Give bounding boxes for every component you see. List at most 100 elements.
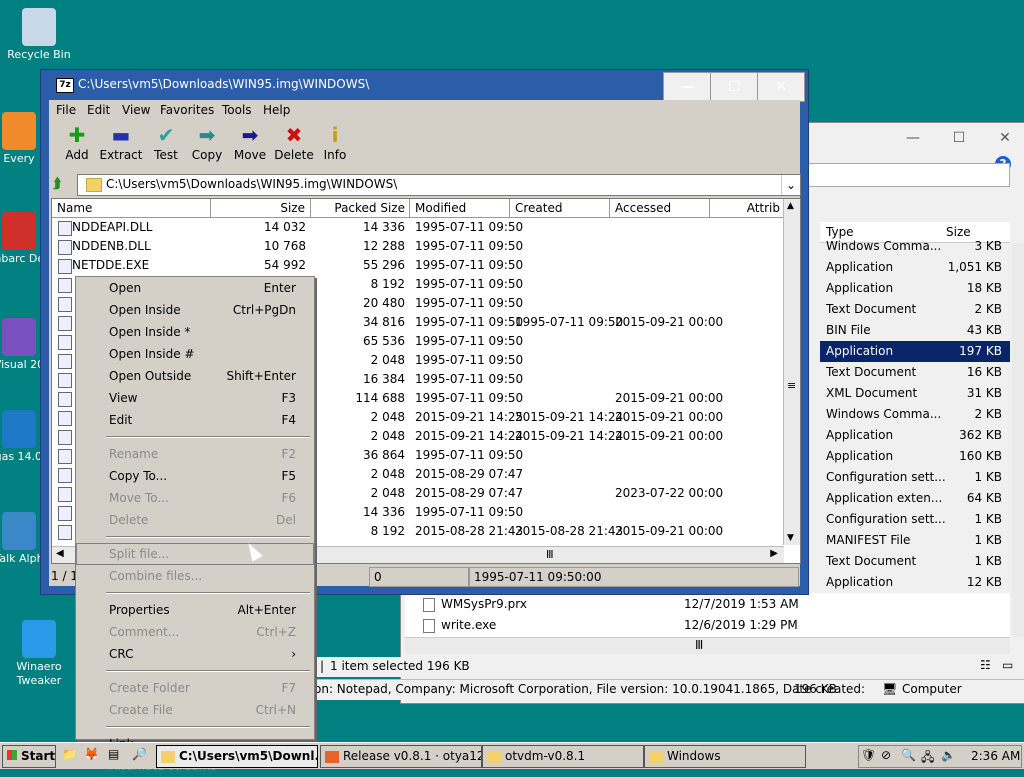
details-view-icon[interactable]: ☷ xyxy=(980,658,991,672)
test-icon: ✔ xyxy=(157,123,175,147)
list-item[interactable]: Application 160 KB xyxy=(820,446,1010,467)
scroll-right-icon[interactable]: ▶ xyxy=(770,548,778,559)
table-row[interactable]: NDDEAPI.DLL 14 032 14 336 1995-07-11 09:50 xyxy=(52,218,784,237)
chevron-down-icon[interactable]: ⌄ xyxy=(781,175,800,195)
clock[interactable]: 2:36 AM xyxy=(971,749,1020,763)
toolbar-extract-button[interactable]: ▬ Extract xyxy=(98,122,144,168)
menu-item[interactable]: Move To... F6 xyxy=(76,487,314,509)
menu-favorites[interactable]: Favorites xyxy=(160,103,214,117)
taskbar-button[interactable]: Release v0.8.1 · otya128/... xyxy=(320,745,482,768)
maximize-button[interactable]: ☐ xyxy=(710,72,758,102)
list-item[interactable]: BIN File 43 KB xyxy=(820,320,1010,341)
list-item[interactable]: Application 197 KB xyxy=(820,341,1010,362)
menu-item[interactable]: View F3 xyxy=(76,387,314,409)
list-item[interactable]: Application exten... 64 KB xyxy=(820,488,1010,509)
menu-item[interactable]: Open Inside # xyxy=(76,343,314,365)
menu-item[interactable]: Create Folder F7 xyxy=(76,677,314,699)
list-item[interactable]: Text Document 2 KB xyxy=(820,299,1010,320)
menu-item[interactable]: Combine files... xyxy=(76,565,314,587)
menu-view[interactable]: View xyxy=(122,103,150,117)
search-quicklaunch-icon[interactable]: 🔎 xyxy=(132,747,147,761)
list-item[interactable]: Configuration sett... 1 KB xyxy=(820,467,1010,488)
search-tray-icon[interactable]: 🔍 xyxy=(901,748,916,762)
menu-tools[interactable]: Tools xyxy=(222,103,252,117)
close-button[interactable]: ✕ xyxy=(757,72,805,102)
menu-item[interactable]: Create File Ctrl+N xyxy=(76,699,314,721)
minimize-icon[interactable]: — xyxy=(891,127,935,149)
menu-item[interactable]: CRC › xyxy=(76,643,314,665)
scroll-down-icon[interactable]: ▼ xyxy=(787,533,794,543)
list-item[interactable]: Application 362 KB xyxy=(820,425,1010,446)
column-created[interactable]: Created xyxy=(510,199,610,218)
menu-item[interactable]: Open Enter xyxy=(76,277,314,299)
terminal-quicklaunch-icon[interactable]: ▤ xyxy=(108,747,119,761)
column-accessed[interactable]: Accessed xyxy=(610,199,710,218)
column-attrib[interactable]: Attrib xyxy=(710,199,785,218)
menu-item[interactable]: Split file... xyxy=(76,543,314,565)
desktop-icon[interactable]: Recycle Bin xyxy=(0,8,78,62)
taskbar-button[interactable]: C:\Users\vm5\Downl... xyxy=(156,745,318,768)
list-item[interactable]: Text Document 1 KB xyxy=(820,551,1010,572)
desktop-icon[interactable]: Winaero Tweaker xyxy=(0,620,78,688)
firefox-quicklaunch-icon[interactable]: 🦊 xyxy=(84,747,99,761)
menu-item[interactable]: Open Inside * xyxy=(76,321,314,343)
explorer-vscrollbar[interactable] xyxy=(1012,243,1024,637)
scroll-left-icon[interactable]: ◀ xyxy=(56,548,64,559)
taskbar-button[interactable]: otvdm-v0.8.1 xyxy=(482,745,644,768)
menu-item[interactable]: Properties Alt+Enter xyxy=(76,599,314,621)
start-button[interactable]: Start xyxy=(2,745,56,768)
taskbar-button[interactable]: Windows xyxy=(644,745,806,768)
column-size[interactable]: Size xyxy=(211,199,311,218)
sync-icon[interactable]: ⊘ xyxy=(881,748,891,762)
list-vscrollbar[interactable]: ▲ ≡ ▼ xyxy=(783,199,800,545)
list-item[interactable]: WMSysPr9.prx xyxy=(423,597,527,612)
table-row[interactable]: NDDENB.DLL 10 768 12 288 1995-07-11 09:50 xyxy=(52,237,784,256)
column-packed-size[interactable]: Packed Size xyxy=(311,199,410,218)
menu-item[interactable]: Comment... Ctrl+Z xyxy=(76,621,314,643)
system-tray: 🛡 ⊘ 🔍 🖧 🔈 2:36 AM xyxy=(858,745,1022,768)
toolbar-add-button[interactable]: ✚ Add xyxy=(54,122,100,168)
list-item[interactable]: Application 12 KB xyxy=(820,572,1010,593)
menu-item[interactable]: Copy To... F5 xyxy=(76,465,314,487)
title-bar[interactable]: 7z C:\Users\vm5\Downloads\WIN95.img\WIND… xyxy=(41,70,808,102)
menu-item[interactable]: Delete Del xyxy=(76,509,314,531)
tiles-view-icon[interactable]: ▭ xyxy=(1002,658,1013,672)
list-item[interactable]: Text Document 16 KB xyxy=(820,362,1010,383)
column-modified[interactable]: Modified xyxy=(410,199,510,218)
menu-help[interactable]: Help xyxy=(263,103,290,117)
list-item[interactable]: Application 18 KB xyxy=(820,278,1010,299)
list-item[interactable]: XML Document 31 KB xyxy=(820,383,1010,404)
explorer-quicklaunch-icon[interactable]: 📁 xyxy=(62,747,77,761)
scroll-up-icon[interactable]: ▲ xyxy=(787,201,794,211)
menu-item[interactable]: Edit F4 xyxy=(76,409,314,431)
menu-item[interactable]: Rename F2 xyxy=(76,443,314,465)
menu-file[interactable]: File xyxy=(56,103,76,117)
security-icon[interactable]: 🛡 xyxy=(861,748,876,762)
list-item[interactable]: Application 1,051 KB xyxy=(820,257,1010,278)
list-item[interactable]: Windows Comma... 3 KB xyxy=(820,236,1010,257)
list-item[interactable]: MANIFEST File 1 KB xyxy=(820,530,1010,551)
menu-item[interactable]: Open Outside Shift+Enter xyxy=(76,365,314,387)
toolbar-test-button[interactable]: ✔ Test xyxy=(143,122,189,168)
toolbar-info-button[interactable]: i Info xyxy=(312,122,358,168)
list-item[interactable]: write.exe xyxy=(423,618,496,633)
minimize-button[interactable]: — xyxy=(663,72,711,102)
volume-icon[interactable]: 🔈 xyxy=(941,748,956,762)
toolbar-delete-button[interactable]: ✖ Delete xyxy=(271,122,317,168)
up-folder-icon[interactable]: ⮭ xyxy=(53,176,71,192)
toolbar-copy-button[interactable]: ➡ Copy xyxy=(184,122,230,168)
menu-item[interactable]: Open Inside Ctrl+PgDn xyxy=(76,299,314,321)
table-row[interactable]: NETDDE.EXE 54 992 55 296 1995-07-11 09:50 xyxy=(52,256,784,275)
network-icon[interactable]: 🖧 xyxy=(921,748,934,769)
column-name[interactable]: Name xyxy=(52,199,211,218)
maximize-icon[interactable]: ☐ xyxy=(937,127,981,149)
list-item[interactable]: Configuration sett... 1 KB xyxy=(820,509,1010,530)
close-icon[interactable]: ✕ xyxy=(983,127,1024,149)
explorer-hscrollbar[interactable]: Ⅲ xyxy=(405,637,1010,654)
toolbar-move-button[interactable]: ➡ Move xyxy=(227,122,273,168)
search-box[interactable] xyxy=(798,163,1010,187)
folder-task-icon xyxy=(649,750,663,763)
list-item[interactable]: Windows Comma... 2 KB xyxy=(820,404,1010,425)
address-bar[interactable]: C:\Users\vm5\Downloads\WIN95.img\WINDOWS… xyxy=(77,174,801,196)
menu-edit[interactable]: Edit xyxy=(87,103,110,117)
